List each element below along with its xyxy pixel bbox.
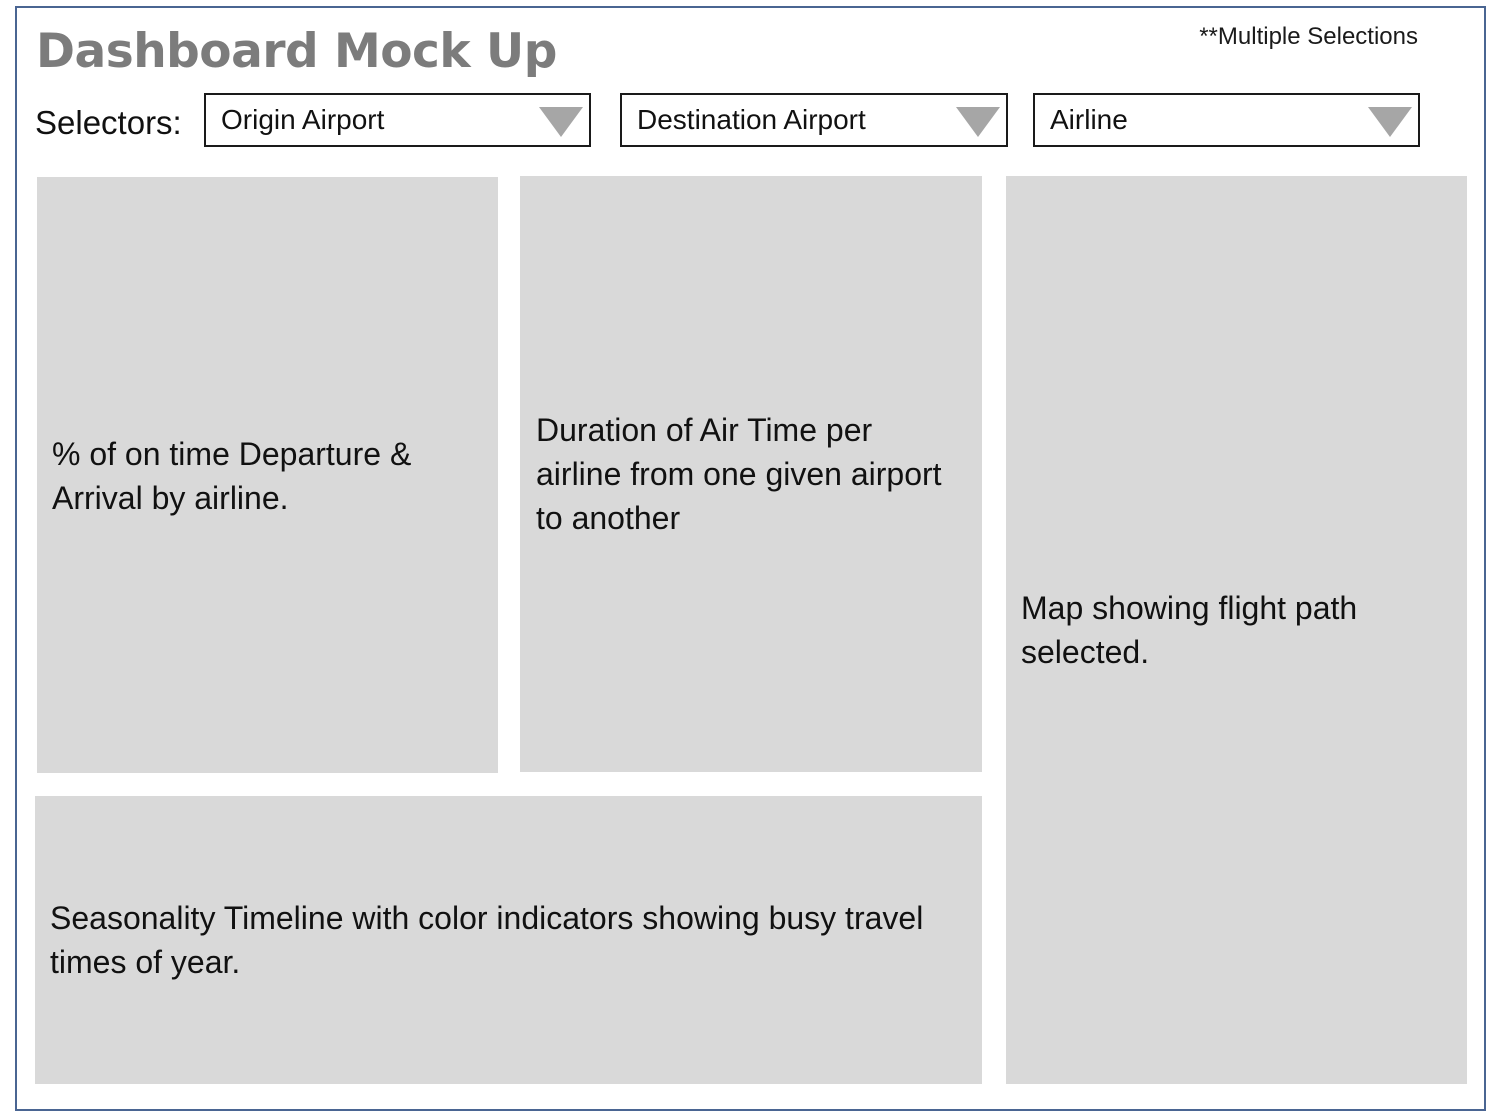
selectors-label: Selectors:	[35, 104, 182, 141]
seasonality-timeline-description: Seasonality Timeline with color indicato…	[50, 900, 924, 980]
destination-airport-dropdown[interactable]: Destination Airport	[620, 93, 1008, 147]
airline-label: Airline	[1050, 104, 1128, 135]
triangle-down-icon	[1368, 107, 1412, 137]
flight-path-map-panel: Map showing flight path selected.	[1006, 176, 1467, 1084]
air-time-duration-panel: Duration of Air Time per airline from on…	[520, 176, 982, 772]
air-time-duration-description: Duration of Air Time per airline from on…	[536, 412, 942, 536]
ontime-performance-description: % of on time Departure & Arrival by airl…	[52, 436, 412, 516]
destination-airport-label: Destination Airport	[637, 104, 866, 135]
multiple-selections-note: **Multiple Selections	[1199, 23, 1418, 50]
seasonality-timeline-panel: Seasonality Timeline with color indicato…	[35, 796, 982, 1084]
ontime-performance-panel: % of on time Departure & Arrival by airl…	[37, 177, 498, 773]
triangle-down-icon	[539, 107, 583, 137]
origin-airport-dropdown[interactable]: Origin Airport	[204, 93, 591, 147]
page-title: Dashboard Mock Up	[36, 24, 557, 79]
triangle-down-icon	[956, 107, 1000, 137]
airline-dropdown[interactable]: Airline	[1033, 93, 1420, 147]
flight-path-map-description: Map showing flight path selected.	[1021, 590, 1358, 670]
origin-airport-label: Origin Airport	[221, 104, 385, 135]
